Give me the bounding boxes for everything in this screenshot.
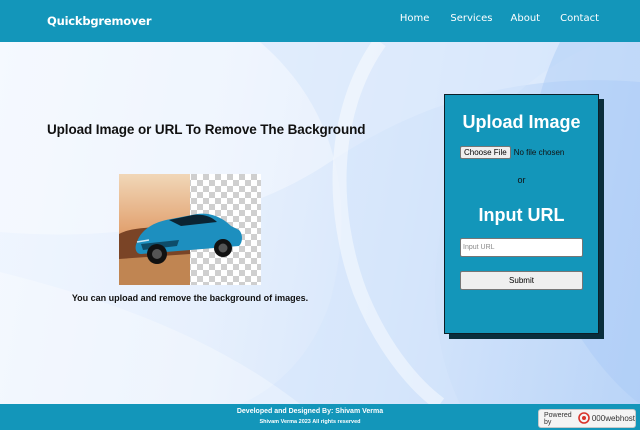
nav-link-services[interactable]: Services	[450, 13, 492, 24]
file-picker: Choose File No file chosen	[460, 146, 564, 159]
nav-links: Home Services About Contact	[400, 13, 640, 24]
nav-link-contact[interactable]: Contact	[560, 13, 599, 24]
nav-link-about[interactable]: About	[511, 13, 541, 24]
before-after-image	[119, 174, 261, 285]
powered-by-label: Powered by	[544, 411, 572, 426]
powered-by-host: 000webhost	[591, 414, 635, 423]
footer-rights: Shivam Verma 2023 All rights reserved	[259, 419, 361, 425]
choose-file-button[interactable]: Choose File	[460, 146, 511, 159]
submit-button[interactable]: Submit	[460, 271, 583, 290]
upload-panel: Upload Image Choose File No file chosen …	[444, 94, 599, 334]
input-url-title: Input URL	[478, 205, 565, 225]
page-caption: You can upload and remove the background…	[71, 293, 309, 303]
upload-image-title: Upload Image	[462, 112, 581, 132]
or-separator: or	[517, 175, 526, 185]
000webhost-logo-icon	[578, 411, 590, 426]
file-status-text: No file chosen	[513, 148, 565, 157]
brand-logo-text[interactable]: Quickbgremover	[47, 14, 152, 28]
car-photo-illustration	[119, 174, 261, 285]
footer-credit: Developed and Designed By: Shivam Verma	[236, 408, 384, 415]
top-navbar: Quickbgremover Home Services About Conta…	[0, 0, 640, 42]
nav-link-home[interactable]: Home	[400, 13, 430, 24]
page-headline: Upload Image or URL To Remove The Backgr…	[47, 122, 366, 137]
powered-by-badge[interactable]: Powered by 000webhost	[538, 409, 636, 428]
url-input[interactable]	[460, 238, 583, 257]
